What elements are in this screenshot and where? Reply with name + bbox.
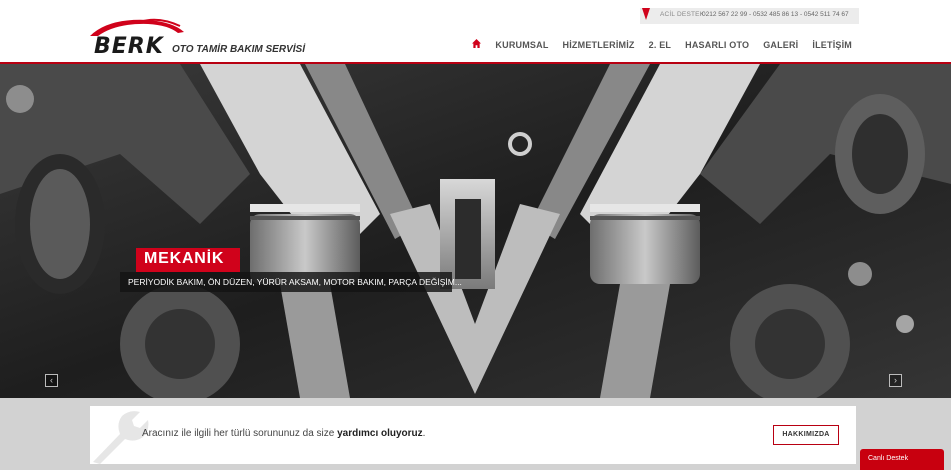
about-button[interactable]: HAKKIMIZDA: [773, 425, 839, 445]
banner-text-start: Aracınız ile ilgili her türlü sorununuz …: [142, 428, 338, 439]
slide-title: MEKANİK: [136, 248, 241, 272]
banner-text-bold: yardımcı oluyoruz: [337, 428, 423, 439]
marker-icon: [642, 8, 650, 20]
wrench-icon: [93, 411, 149, 464]
engine-image: [0, 64, 951, 398]
site-header: BERK OTO TAMİR BAKIM SERVİSİ ACİL DESTEK…: [0, 0, 951, 62]
brand-name: BERK: [94, 34, 164, 59]
nav-item-ikinci-el[interactable]: 2. EL: [649, 40, 672, 50]
logo[interactable]: BERK OTO TAMİR BAKIM SERVİSİ: [88, 16, 305, 60]
nav-item-kurumsal[interactable]: KURUMSAL: [495, 40, 548, 50]
nav-item-galeri[interactable]: GALERİ: [763, 40, 798, 50]
chevron-left-icon: ‹: [50, 375, 53, 385]
hero-slider: MEKANİK PERİYODİK BAKIM, ÖN DÜZEN, YÜRÜR…: [0, 64, 951, 398]
emergency-phones[interactable]: 0212 567 22 99 - 0532 485 86 13 - 0542 5…: [702, 11, 849, 18]
slider-next-button[interactable]: ›: [889, 374, 902, 387]
live-support-button[interactable]: Canlı Destek: [860, 449, 944, 470]
banner-text-end: .: [422, 428, 426, 439]
brand-tagline: OTO TAMİR BAKIM SERVİSİ: [172, 44, 305, 55]
chevron-right-icon: ›: [894, 375, 897, 385]
emergency-bar: ACİL DESTEK 0212 567 22 99 - 0532 485 86…: [640, 8, 859, 24]
main-nav: KURUMSAL HİZMETLERİMİZ 2. EL HASARLI OTO…: [472, 39, 852, 50]
emergency-label: ACİL DESTEK: [660, 11, 705, 18]
nav-item-hizmetlerimiz[interactable]: HİZMETLERİMİZ: [563, 40, 635, 50]
nav-item-hasarli-oto[interactable]: HASARLI OTO: [685, 40, 749, 50]
nav-item-iletisim[interactable]: İLETİŞİM: [812, 40, 852, 50]
info-banner: Aracınız ile ilgili her türlü sorununuz …: [90, 406, 856, 464]
slider-prev-button[interactable]: ‹: [45, 374, 58, 387]
home-icon[interactable]: [472, 39, 482, 50]
slide-description: PERİYODİK BAKIM, ÖN DÜZEN, YÜRÜR AKSAM, …: [120, 272, 462, 292]
banner-message: Aracınız ile ilgili her türlü sorununuz …: [142, 428, 425, 439]
